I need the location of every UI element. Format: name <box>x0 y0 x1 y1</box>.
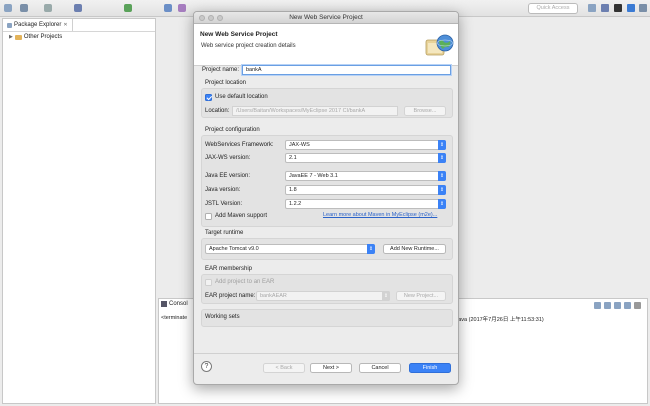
select-arrow-icon: ⇕ <box>382 291 390 301</box>
jstl-version-value: 1.2.2 <box>289 201 302 207</box>
project-name-field[interactable]: bankA <box>242 65 451 75</box>
package-explorer-icon <box>7 22 12 28</box>
ws-framework-select[interactable]: JAX-WS ⇕ <box>285 140 446 150</box>
target-runtime-select[interactable]: Apache Tomcat v9.0 ⇕ <box>205 244 375 254</box>
pin-icon[interactable] <box>614 302 621 309</box>
quick-access-input[interactable]: Quick Access <box>528 3 578 14</box>
add-new-runtime-button[interactable]: Add New Runtime... <box>383 244 446 254</box>
console-toolbar <box>594 302 641 309</box>
javaee-version-label: Java EE version: <box>205 173 251 179</box>
perspective-icon[interactable] <box>627 4 635 12</box>
tab-label: Package Explorer <box>14 22 62 28</box>
add-maven-support-label: Add Maven support <box>215 213 268 219</box>
project-name-label: Project name: <box>202 67 240 73</box>
debug-icon[interactable] <box>124 4 132 12</box>
browse-button[interactable]: Browse... <box>404 106 446 116</box>
tab-label: Consol <box>169 301 188 307</box>
cancel-button[interactable]: Cancel <box>359 363 401 373</box>
new-web-service-project-dialog: New Web Service Project New Web Service … <box>193 11 459 385</box>
folder-icon <box>14 34 22 40</box>
tool-icon[interactable] <box>74 4 82 12</box>
run-icon[interactable] <box>164 4 172 12</box>
project-configuration-title: Project configuration <box>205 127 260 133</box>
terminate-icon[interactable] <box>594 302 601 309</box>
minimize-icon[interactable] <box>634 302 641 309</box>
java-version-label: Java version: <box>205 187 241 193</box>
tab-package-explorer[interactable]: Package Explorer ✕ <box>3 19 73 31</box>
console-process-label: <terminate <box>161 315 188 321</box>
wizard-banner: New Web Service Project Web service proj… <box>194 24 458 66</box>
ws-framework-label: WebServices Framework: <box>205 142 274 148</box>
banner-title: New Web Service Project <box>200 31 278 38</box>
learn-maven-link[interactable]: Learn more about Maven in MyEclipse (m2e… <box>323 212 437 218</box>
select-arrow-icon: ⇕ <box>438 153 446 163</box>
save-icon[interactable] <box>20 4 28 12</box>
perspective-icon[interactable] <box>601 4 609 12</box>
banner-description: Web service project creation details <box>201 43 296 49</box>
perspective-icon[interactable] <box>614 4 622 12</box>
console-icon <box>161 301 167 307</box>
jstl-version-select[interactable]: 1.2.2 ⇕ <box>285 199 446 209</box>
working-sets-title: Working sets <box>205 314 240 320</box>
target-runtime-title: Target runtime <box>205 230 244 236</box>
display-icon[interactable] <box>624 302 631 309</box>
use-default-location-label: Use default location <box>215 94 268 100</box>
close-icon[interactable]: ✕ <box>63 22 67 28</box>
javaee-version-value: JavaEE 7 - Web 3.1 <box>289 173 338 179</box>
tab-console[interactable]: Consol <box>161 301 188 307</box>
add-maven-support-checkbox[interactable] <box>205 213 212 220</box>
location-label: Location: <box>205 108 230 114</box>
window-title: New Web Service Project <box>289 14 363 21</box>
new-icon[interactable] <box>4 4 12 12</box>
select-arrow-icon: ⇕ <box>438 199 446 209</box>
perspective-icon[interactable] <box>639 4 647 12</box>
ws-framework-value: JAX-WS <box>289 142 310 148</box>
ear-project-name-value: bankAEAR <box>260 293 287 299</box>
java-version-value: 1.8 <box>289 187 297 193</box>
tree-item-other-projects[interactable]: ▶ Other Projects <box>9 34 62 40</box>
jaxws-version-label: JAX-WS version: <box>205 155 251 161</box>
help-button[interactable]: ? <box>201 361 212 372</box>
javaee-version-select[interactable]: JavaEE 7 - Web 3.1 ⇕ <box>285 171 446 181</box>
ear-project-name-label: EAR project name: <box>205 293 256 299</box>
use-default-location-checkbox[interactable] <box>205 94 212 101</box>
next-button[interactable]: Next > <box>310 363 352 373</box>
back-button[interactable]: < Back <box>263 363 305 373</box>
dialog-titlebar: New Web Service Project <box>194 12 458 24</box>
jaxws-version-select[interactable]: 2.1 ⇕ <box>285 153 446 163</box>
location-field[interactable]: /Users/Baitan/Workspaces/MyEclipse 2017 … <box>232 106 398 116</box>
target-runtime-value: Apache Tomcat v9.0 <box>209 246 259 252</box>
select-arrow-icon: ⇕ <box>438 185 446 195</box>
select-arrow-icon: ⇕ <box>367 244 375 254</box>
project-location-title: Project location <box>205 80 247 86</box>
finish-button[interactable]: Finish <box>409 363 451 373</box>
print-icon[interactable] <box>44 4 52 12</box>
web-service-globe-icon <box>425 34 454 56</box>
new-ear-project-button[interactable]: New Project... <box>396 291 446 301</box>
jstl-version-label: JSTL Version: <box>205 201 243 207</box>
remove-icon[interactable] <box>604 302 611 309</box>
package-explorer-view: Package Explorer ✕ ▶ Other Projects <box>2 18 156 404</box>
expand-arrow-icon[interactable]: ▶ <box>9 34 13 40</box>
java-version-select[interactable]: 1.8 ⇕ <box>285 185 446 195</box>
run-alt-icon[interactable] <box>178 4 186 12</box>
ear-membership-title: EAR membership <box>205 266 253 272</box>
add-to-ear-label: Add project to an EAR <box>215 279 275 285</box>
select-arrow-icon: ⇕ <box>438 171 446 181</box>
console-process-time: java (2017年7月26日 上午11:53:31) <box>457 317 544 323</box>
perspective-icon[interactable] <box>588 4 596 12</box>
ear-project-name-select[interactable]: bankAEAR ⇕ <box>256 291 390 301</box>
tree-item-label: Other Projects <box>23 34 63 40</box>
select-arrow-icon: ⇕ <box>438 140 446 150</box>
add-to-ear-checkbox[interactable] <box>205 279 212 286</box>
jaxws-version-value: 2.1 <box>289 155 297 161</box>
